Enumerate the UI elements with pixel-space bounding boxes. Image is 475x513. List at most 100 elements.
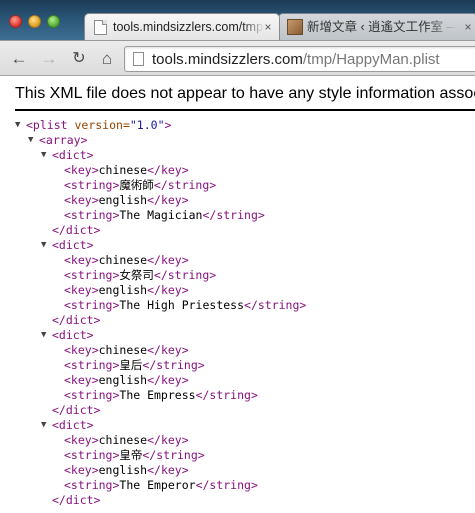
string-tag: <string>	[64, 388, 120, 402]
key-tag-close: </key>	[147, 343, 189, 357]
window-close-button[interactable]	[9, 15, 22, 28]
notice-divider	[15, 109, 475, 111]
xml-line: <key>english</key>	[0, 463, 475, 478]
collapse-arrow-icon[interactable]: ▼	[41, 148, 46, 163]
array-line: ▼ <array>	[0, 133, 475, 148]
string-tag: <string>	[64, 358, 120, 372]
xml-line: <string>The Emperor</string>	[0, 478, 475, 493]
xml-line: <key>chinese</key>	[0, 433, 475, 448]
address-bar[interactable]: tools.mindsizzlers.com/tmp/HappyMan.plis…	[124, 46, 475, 72]
xml-tree: ▼ <plist version="1.0"> ▼ <array> ▼ <dict…	[0, 118, 475, 508]
string-text-chinese: 皇帝	[119, 448, 143, 462]
collapse-arrow-icon[interactable]: ▼	[41, 328, 46, 343]
key-text: chinese	[98, 433, 148, 447]
string-tag: <string>	[64, 208, 120, 222]
xml-line: <key>chinese</key>	[0, 253, 475, 268]
tab-active[interactable]: tools.mindsizzlers.com/tmp ×	[84, 13, 280, 40]
tab-close-icon[interactable]: ×	[261, 14, 275, 40]
xml-line: <string>皇后</string>	[0, 358, 475, 373]
string-text-chinese: 皇后	[119, 358, 143, 372]
xml-line: <string>The High Priestess</string>	[0, 298, 475, 313]
xml-line: <key>english</key>	[0, 373, 475, 388]
collapse-arrow-icon[interactable]: ▼	[41, 238, 46, 253]
dict-tag-close: </dict>	[52, 313, 101, 327]
string-text-chinese: 魔術師	[119, 178, 154, 192]
xml-line: <key>english</key>	[0, 193, 475, 208]
key-tag: <key>	[64, 193, 99, 207]
key-text: english	[98, 463, 148, 477]
dict-tag: <dict>	[52, 328, 94, 342]
string-tag-close: </string>	[153, 268, 217, 282]
dict-open-line: ▼ <dict>	[0, 148, 475, 163]
site-favicon-icon	[287, 19, 303, 35]
browser-toolbar: ← → ↻ ⌂ tools.mindsizzlers.com/tmp/Happy…	[0, 40, 475, 76]
string-tag: <string>	[64, 178, 120, 192]
xml-line: <key>english</key>	[0, 283, 475, 298]
xml-line: <string>The Magician</string>	[0, 208, 475, 223]
dict-tag-close: </dict>	[52, 403, 101, 417]
tab-inactive[interactable]: 新增文章 ‹ 逍遙文工作室 — WordPress ×	[278, 13, 475, 40]
dict-tag: <dict>	[52, 418, 94, 432]
key-tag: <key>	[64, 463, 99, 477]
xml-line: <string>皇帝</string>	[0, 448, 475, 463]
key-tag-close: </key>	[147, 463, 189, 477]
key-tag: <key>	[64, 373, 99, 387]
key-text: english	[98, 283, 148, 297]
reload-button[interactable]: ↻	[68, 48, 90, 70]
string-tag-close: </string>	[142, 358, 205, 372]
window-minimize-button[interactable]	[28, 15, 41, 28]
xml-line: <key>chinese</key>	[0, 343, 475, 358]
attr-value: "1.0"	[129, 118, 165, 132]
xml-line: <string>女祭司</string>	[0, 268, 475, 283]
key-text: chinese	[98, 343, 148, 357]
dict-open-line: ▼ <dict>	[0, 238, 475, 253]
tab-close-icon[interactable]: ×	[461, 14, 475, 40]
key-tag-close: </key>	[147, 433, 189, 447]
key-tag-close: </key>	[147, 373, 189, 387]
xml-line: </dict>	[0, 313, 475, 328]
string-tag-close: </string>	[195, 478, 258, 492]
dict-tag-close: </dict>	[52, 493, 101, 507]
url-path: /tmp/HappyMan.plist	[302, 51, 440, 68]
string-text-english: The Empress	[119, 388, 196, 402]
key-text: english	[98, 193, 148, 207]
key-tag: <key>	[64, 163, 99, 177]
string-tag: <string>	[64, 448, 120, 462]
string-tag-close: </string>	[153, 178, 217, 192]
dict-list: ▼ <dict> <key>chinese</key> <string>魔術師</st…	[0, 148, 475, 508]
xml-line: </dict>	[0, 403, 475, 418]
tab-title: 新增文章 ‹ 逍遙文工作室 — WordPress	[307, 20, 457, 34]
collapse-arrow-icon[interactable]: ▼	[15, 118, 20, 133]
dict-tag-close: </dict>	[52, 223, 101, 237]
xml-line: </dict>	[0, 493, 475, 508]
key-text: english	[98, 373, 148, 387]
home-button[interactable]: ⌂	[96, 48, 118, 70]
string-tag: <string>	[64, 298, 120, 312]
string-tag: <string>	[64, 478, 120, 492]
back-button[interactable]: ←	[8, 48, 30, 70]
plist-tag: <plist	[26, 118, 68, 132]
key-text: chinese	[98, 253, 148, 267]
key-tag: <key>	[64, 343, 99, 357]
tab-title: tools.mindsizzlers.com/tmp	[113, 20, 264, 34]
string-text-english: The Emperor	[119, 478, 196, 492]
window-zoom-button[interactable]	[47, 15, 60, 28]
key-text: chinese	[98, 163, 148, 177]
xml-style-notice: This XML file does not appear to have an…	[15, 85, 475, 102]
string-tag-close: </string>	[142, 448, 205, 462]
array-tag: <array>	[39, 133, 88, 147]
collapse-arrow-icon[interactable]: ▼	[41, 418, 46, 433]
string-tag-close: </string>	[244, 298, 307, 312]
page-icon	[133, 52, 144, 66]
collapse-arrow-icon[interactable]: ▼	[28, 133, 33, 148]
plist-line: ▼ <plist version="1.0">	[0, 118, 475, 133]
forward-button[interactable]: →	[38, 48, 60, 70]
address-bar-url[interactable]: tools.mindsizzlers.com/tmp/HappyMan.plis…	[152, 51, 440, 68]
dict-tag: <dict>	[52, 148, 94, 162]
xml-line: <key>chinese</key>	[0, 163, 475, 178]
string-text-english: The Magician	[119, 208, 203, 222]
key-tag-close: </key>	[147, 253, 189, 267]
attr-name: version=	[74, 118, 130, 132]
key-tag-close: </key>	[147, 193, 189, 207]
document-icon	[94, 20, 107, 35]
